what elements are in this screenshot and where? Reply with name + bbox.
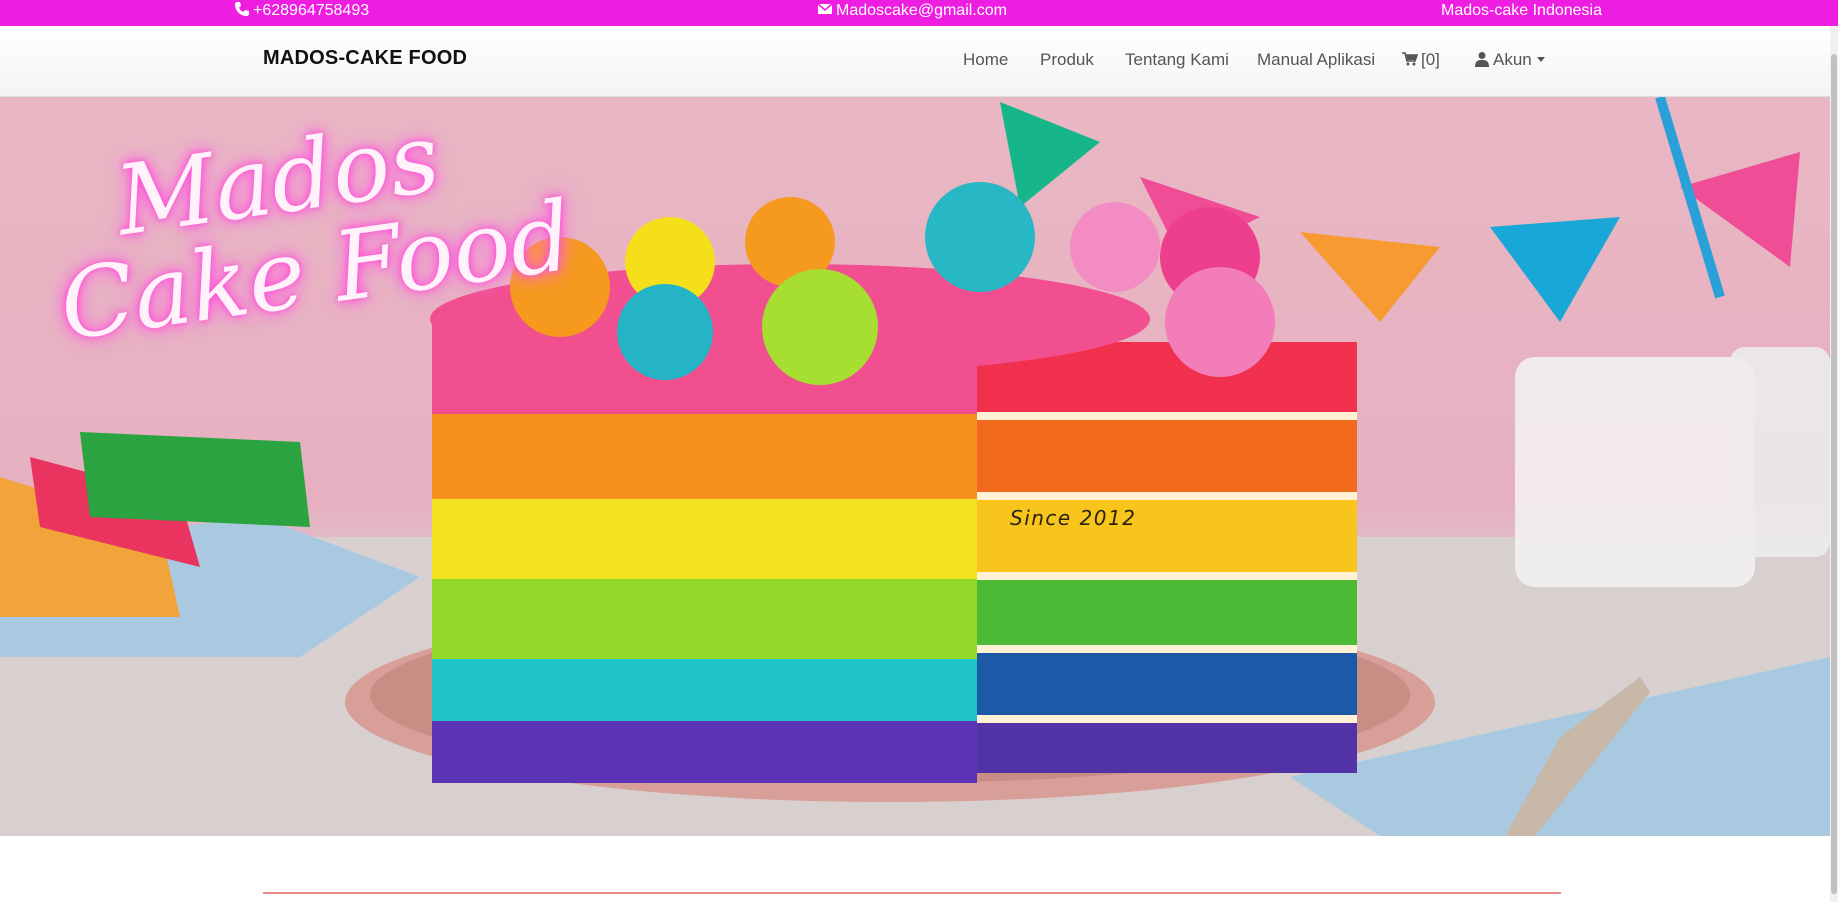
- milk-glass: [1730, 347, 1830, 557]
- company-location: Mados-cake Indonesia: [1441, 2, 1602, 19]
- akun-label: Akun: [1493, 50, 1532, 69]
- shopping-cart-icon: [1402, 52, 1418, 66]
- nav-produk[interactable]: Produk: [1040, 50, 1094, 70]
- nav-tentang-kami[interactable]: Tentang Kami: [1125, 50, 1229, 70]
- frosting-swirl: [1165, 267, 1275, 377]
- since-text: Since 2012: [1010, 506, 1137, 530]
- cake-slice: [80, 432, 310, 527]
- nav-cart[interactable]: [0]: [1402, 50, 1440, 70]
- scrollbar-thumb[interactable]: [1831, 54, 1837, 894]
- bunting-flag: [1490, 217, 1620, 322]
- section-divider: [263, 892, 1561, 894]
- bunting-flag: [1000, 102, 1100, 207]
- milk-glass: [1515, 357, 1755, 587]
- frosting-swirl: [762, 269, 878, 385]
- phone-number: +628964758493: [253, 2, 370, 19]
- email-address: Madoscake@gmail.com: [836, 2, 1007, 19]
- frosting-swirl: [925, 182, 1035, 292]
- contact-email: Madoscake@gmail.com: [817, 0, 1007, 21]
- envelope-icon: [817, 3, 833, 14]
- frosting-swirl: [1070, 202, 1160, 292]
- nav-manual-aplikasi[interactable]: Manual Aplikasi: [1257, 50, 1375, 70]
- hero-banner: Mados Cake Food Since 2012: [0, 97, 1830, 836]
- nav-home[interactable]: Home: [963, 50, 1008, 70]
- navbar: MADOS-CAKE FOOD Home Produk Tentang Kami…: [0, 26, 1830, 97]
- chevron-down-icon: [1536, 57, 1545, 62]
- scrollbar[interactable]: [1830, 26, 1838, 902]
- bunting-flag: [1300, 232, 1440, 322]
- contact-phone: +628964758493: [234, 0, 369, 21]
- frosting-swirl: [617, 284, 713, 380]
- nav-akun-dropdown[interactable]: Akun: [1474, 50, 1545, 70]
- brand-logo[interactable]: MADOS-CAKE FOOD: [263, 47, 467, 70]
- contact-bar: +628964758493 Madoscake@gmail.com Mados-…: [0, 0, 1838, 26]
- cart-count: [0]: [1421, 50, 1440, 69]
- user-icon: [1475, 52, 1489, 67]
- phone-icon: [235, 2, 249, 16]
